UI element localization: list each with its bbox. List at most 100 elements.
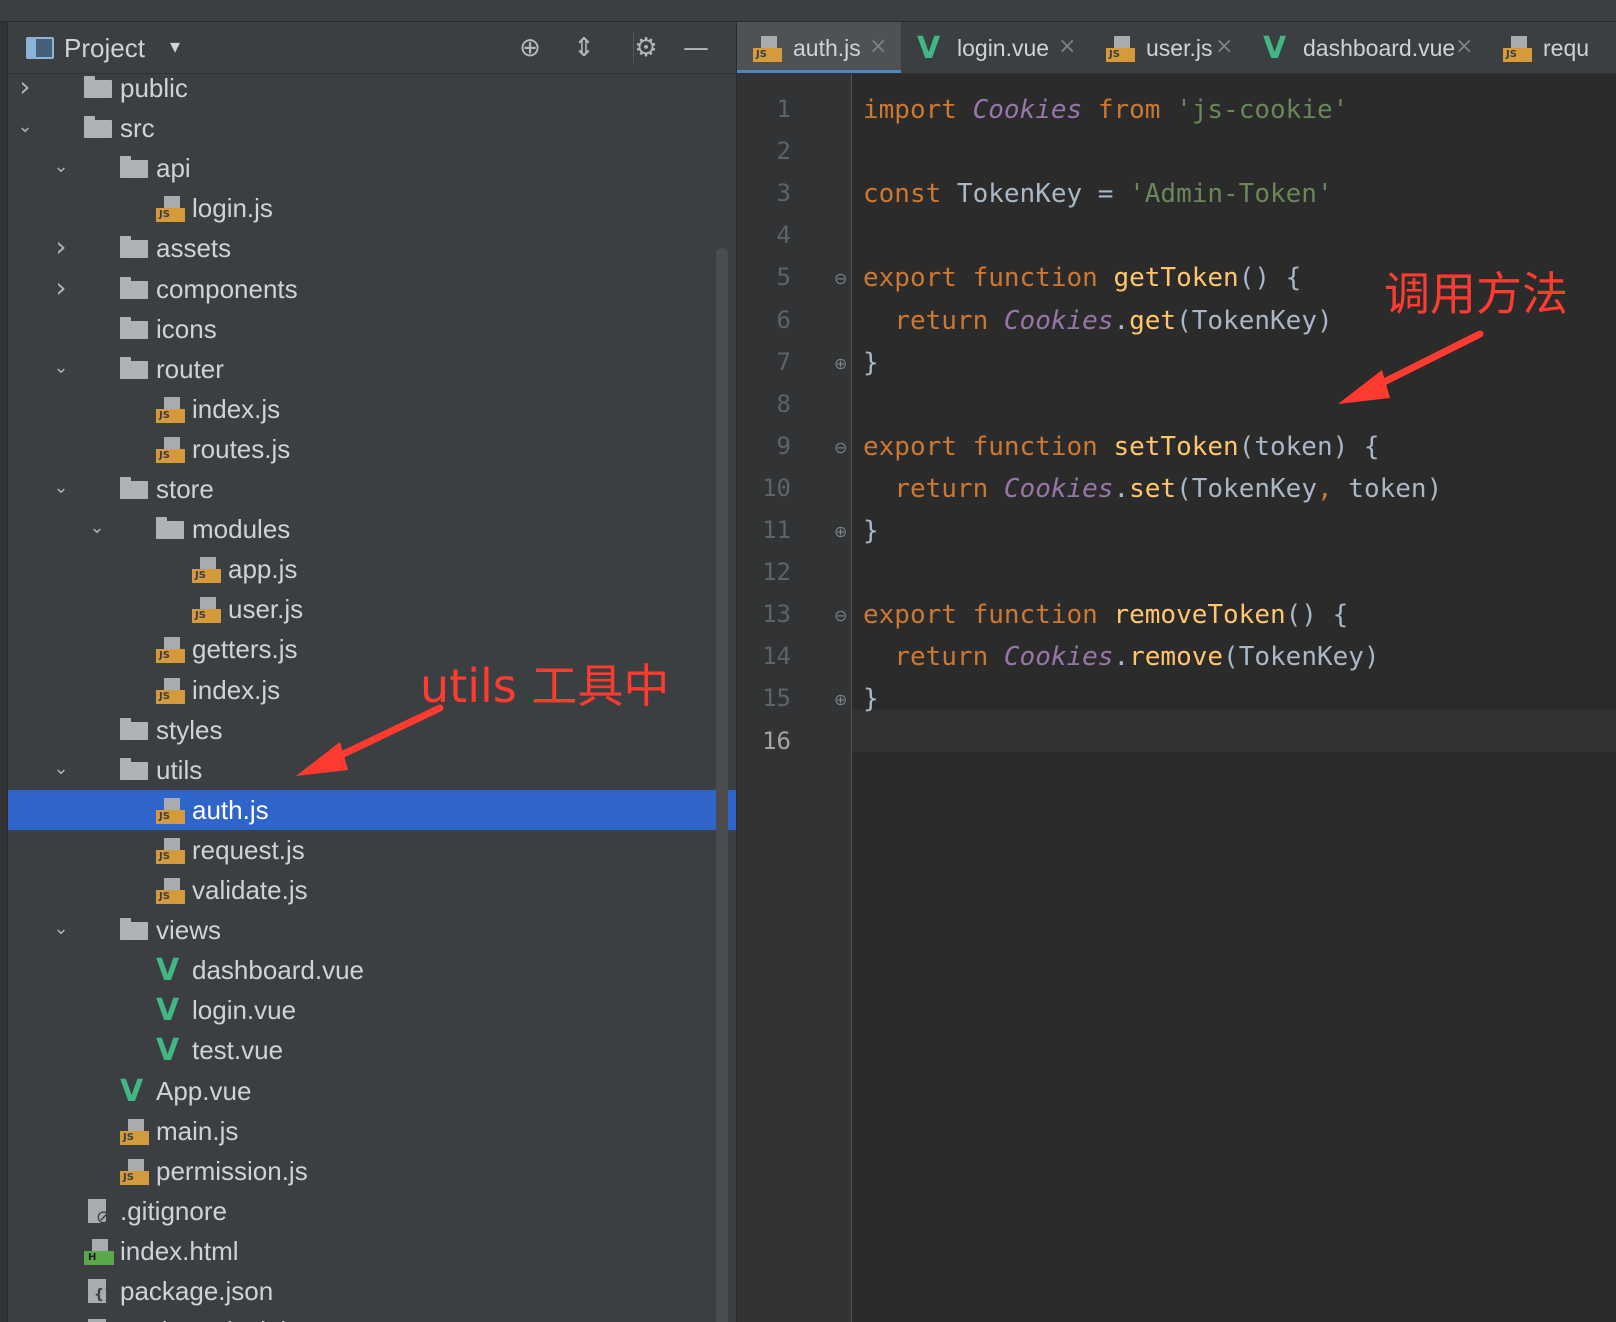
code-token: return — [894, 642, 1004, 673]
fold-marker-icon[interactable]: ⊕ — [834, 690, 850, 710]
close-tab-icon[interactable]: × — [1215, 34, 1233, 59]
js-file-icon — [156, 837, 185, 864]
tree-file-row[interactable]: validate.js — [8, 870, 737, 910]
tree-item-label: index.js — [192, 674, 281, 705]
tree-folder-row[interactable]: icons — [8, 309, 737, 349]
js-file-icon — [156, 436, 185, 463]
line-number-gutter: 1 2 3 4 5 ⊖ 6 7 ⊕ 8 9 ⊖ 10 11 ⊕ 12 13 ⊖ 14 15 ⊕ 16 — [737, 74, 851, 1322]
fold-marker-icon[interactable]: ⊕ — [834, 354, 850, 374]
tree-file-row[interactable]: index.html — [8, 1231, 737, 1271]
line-number: 2 — [776, 137, 791, 166]
tree-file-row[interactable]: package-lock.json — [8, 1311, 737, 1322]
tree-file-row[interactable]: V App.vue — [8, 1071, 737, 1111]
tree-item-label: request.js — [192, 834, 305, 865]
editor-tab[interactable]: auth.js × — [737, 22, 901, 73]
chevron-down-icon[interactable]: ⌄ — [14, 114, 36, 140]
tree-folder-row[interactable]: › assets — [8, 228, 737, 268]
chevron-down-icon[interactable]: ⌄ — [50, 756, 72, 782]
gear-icon[interactable]: ⚙ — [628, 30, 664, 66]
code-token: 'Admin-Token' — [1129, 179, 1333, 210]
tree-file-row[interactable]: Vlogin.vue — [8, 990, 737, 1030]
chevron-down-icon[interactable]: ⌄ — [50, 355, 72, 381]
tree-file-row[interactable]: Vdashboard.vue — [8, 950, 737, 990]
editor-tab[interactable]: Vdashboard.vue × — [1247, 22, 1487, 73]
tree-file-row[interactable]: routes.js — [8, 429, 737, 469]
js-file-icon — [192, 557, 221, 584]
locate-target-icon[interactable]: ⊕ — [512, 30, 548, 66]
fold-marker-icon[interactable]: ⊖ — [834, 438, 850, 458]
tree-file-row[interactable]: user.js — [8, 589, 737, 629]
tree-folder-row[interactable]: ⌄ src — [8, 108, 737, 148]
tree-file-row[interactable]: index.js — [8, 389, 737, 429]
close-tab-icon[interactable]: × — [869, 34, 887, 59]
tree-folder-row[interactable]: ⌄ utils — [8, 750, 737, 790]
fold-marker-icon[interactable]: ⊕ — [834, 522, 850, 542]
folder-icon — [120, 316, 148, 343]
code-token: return — [894, 305, 1004, 336]
tree-item-label: public — [120, 73, 188, 103]
minimize-icon[interactable]: — — [678, 30, 714, 66]
code-token: removeToken — [1113, 600, 1286, 631]
code-token: from — [1097, 95, 1177, 125]
tree-folder-row[interactable]: ⌄ modules — [8, 509, 737, 549]
code-token: TokenKey = — [956, 179, 1130, 210]
tree-folder-row[interactable]: ⌄ api — [8, 148, 737, 188]
js-file-icon — [156, 797, 185, 824]
tree-file-row[interactable]: permission.js — [8, 1151, 737, 1191]
chevron-right-icon[interactable]: › — [50, 273, 72, 301]
chevron-down-icon[interactable]: ⌄ — [50, 154, 72, 180]
close-tab-icon[interactable]: × — [1058, 34, 1076, 59]
chevron-right-icon[interactable]: › — [14, 73, 36, 101]
vue-file-icon: V — [120, 1073, 144, 1109]
tree-file-row[interactable]: Vtest.vue — [8, 1030, 737, 1070]
code-token: () { — [1285, 600, 1349, 631]
collapse-all-icon[interactable]: ⇕ — [566, 30, 602, 66]
js-file-icon — [156, 196, 185, 223]
tree-file-row[interactable]: main.js — [8, 1111, 737, 1151]
chevron-down-icon[interactable]: ⌄ — [86, 515, 108, 541]
tree-file-row[interactable]: app.js — [8, 549, 737, 589]
chevron-down-icon[interactable]: ⌄ — [50, 916, 72, 942]
editor-tab[interactable]: user.js× — [1090, 22, 1247, 73]
tree-item-label: dashboard.vue — [192, 955, 365, 986]
dropdown-chevron-icon[interactable]: ▾ — [170, 34, 180, 58]
fold-marker-icon[interactable]: ⊖ — [834, 606, 850, 626]
code-token: export function — [863, 263, 1114, 294]
tree-scrollbar[interactable] — [716, 248, 728, 1322]
code-token: set — [1129, 473, 1177, 504]
tree-folder-row[interactable]: › components — [8, 269, 737, 309]
tree-file-row[interactable]: login.js — [8, 188, 737, 228]
close-tab-icon[interactable]: × — [1455, 34, 1473, 59]
js-file-icon — [1106, 36, 1135, 62]
code-line: export function setToken(token) { — [863, 426, 1380, 468]
gutter-divider — [851, 74, 852, 1322]
chevron-right-icon[interactable]: › — [50, 233, 72, 261]
editor-tab[interactable]: Vlogin.vue × — [901, 22, 1090, 73]
tree-file-row[interactable]: request.js — [8, 830, 737, 870]
tree-file-row[interactable]: .gitignore — [8, 1191, 737, 1231]
tool-window-stripe — [0, 22, 8, 1322]
tree-item-label: main.js — [156, 1115, 239, 1146]
tree-item-label: getters.js — [192, 634, 298, 665]
code-line: export function getToken() { — [863, 257, 1301, 299]
tree-item-label: routes.js — [192, 433, 291, 464]
code-token: (TokenKey) — [1223, 642, 1380, 673]
tab-label: user.js — [1146, 35, 1213, 61]
tree-file-row[interactable]: package.json — [8, 1271, 737, 1311]
tree-file-row[interactable]: auth.js — [8, 789, 737, 830]
tree-folder-row[interactable]: › public — [8, 68, 737, 108]
tree-folder-row[interactable]: ⌄ store — [8, 469, 737, 509]
chevron-down-icon[interactable]: ⌄ — [50, 475, 72, 501]
folder-icon — [120, 156, 148, 182]
tree-folder-row[interactable]: ⌄ views — [8, 910, 737, 950]
code-line: export function removeToken() { — [863, 594, 1348, 636]
tree-folder-row[interactable]: ⌄ router — [8, 349, 737, 389]
code-token: (TokenKey) — [1176, 305, 1333, 336]
editor-tab[interactable]: requ — [1487, 22, 1616, 73]
fold-marker-icon[interactable]: ⊖ — [834, 269, 850, 289]
panel-title[interactable]: Project — [64, 33, 145, 64]
code-token: return — [894, 473, 1004, 504]
js-file-icon — [156, 878, 185, 904]
code-token: token) — [1348, 473, 1443, 504]
